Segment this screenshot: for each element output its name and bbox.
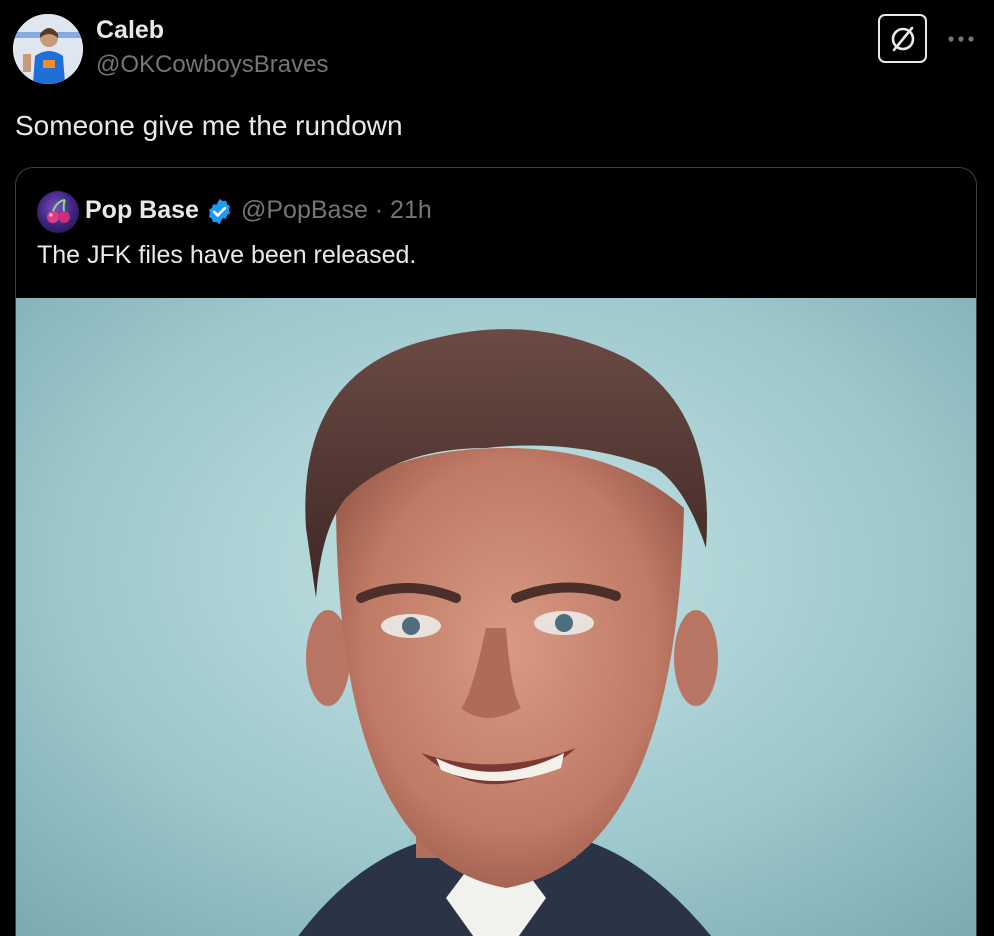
more-icon	[948, 36, 974, 42]
tweet-text: Someone give me the rundown	[15, 110, 403, 141]
author-display-name[interactable]: Caleb	[96, 14, 164, 46]
portrait-photo	[16, 298, 976, 936]
quoted-tweet-card[interactable]: Pop Base @PopBase · 21h The JFK files ha…	[15, 167, 977, 936]
more-button[interactable]	[944, 22, 978, 56]
author-handle[interactable]: @OKCowboysBraves	[96, 50, 328, 80]
author-avatar[interactable]	[13, 14, 83, 84]
tweet-page: Caleb @OKCowboysBraves Someone give me t…	[0, 0, 994, 936]
verified-badge-icon	[208, 198, 231, 225]
quoted-author-name[interactable]: Pop Base	[85, 194, 199, 226]
grok-button[interactable]	[878, 14, 927, 63]
quoted-author-avatar[interactable]	[37, 191, 79, 233]
profile-avatar-image	[13, 14, 83, 84]
quoted-tweet-image[interactable]	[16, 298, 976, 936]
quoted-tweet-meta: @PopBase · 21h	[241, 196, 432, 224]
grok-icon	[891, 26, 914, 51]
quoted-tweet-text: The JFK files have been released.	[37, 241, 417, 269]
pop-base-avatar-image	[47, 199, 70, 223]
